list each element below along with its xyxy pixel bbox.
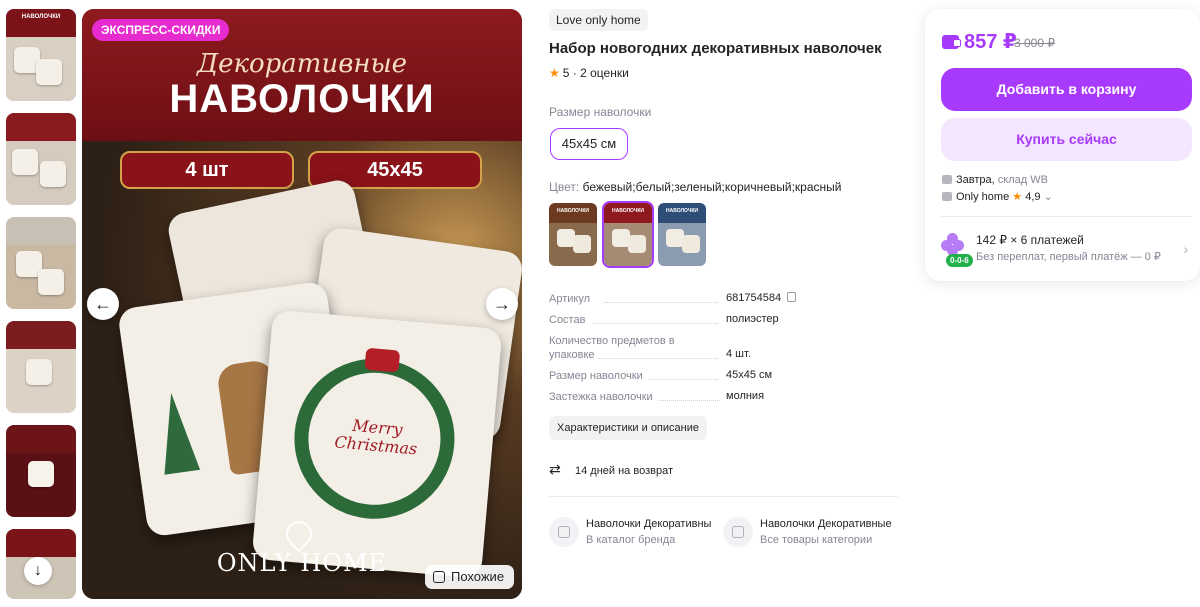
thumbnail-caption: НАВОЛОЧКИ xyxy=(21,14,61,20)
return-info[interactable]: ⇄ 14 дней на возврат xyxy=(549,461,673,478)
spec-value: 4 шт. xyxy=(726,348,751,360)
link-subtitle: Все товары категории xyxy=(760,534,873,546)
characteristics-button[interactable]: Характеристики и описание xyxy=(549,416,707,440)
wallet-icon xyxy=(942,35,961,49)
arrow-right-icon: → xyxy=(493,294,511,314)
divider xyxy=(549,496,898,497)
rating-count: · 2 оценки xyxy=(572,66,629,80)
color-swatch[interactable]: НАВОЛОЧКИ xyxy=(549,203,597,266)
delivery-info: Завтра, склад WB xyxy=(942,174,1048,186)
add-to-cart-button[interactable]: Добавить в корзину xyxy=(941,68,1192,111)
thumbnail[interactable]: НАВОЛОЧКИ xyxy=(6,9,76,101)
thumbnail[interactable] xyxy=(6,113,76,205)
thumbnail[interactable] xyxy=(6,217,76,309)
delivery-warehouse: склад WB xyxy=(997,174,1048,186)
thumbnail[interactable] xyxy=(6,321,76,413)
link-title: Наволочки Декоративные xyxy=(586,518,712,530)
similar-button[interactable]: Похожие xyxy=(425,565,515,589)
swatch-caption: НАВОЛОЧКИ xyxy=(611,208,645,214)
arrow-down-icon: ↓ xyxy=(34,562,42,579)
size-label: Размер наволочки xyxy=(549,105,652,119)
rating[interactable]: ★ 5 · 2 оценки xyxy=(549,66,629,80)
seller-name: Only home xyxy=(956,191,1010,203)
spec-key: Артикул xyxy=(549,293,591,305)
size-option-selected[interactable]: 45x45 см xyxy=(550,128,628,160)
prev-photo-button[interactable]: ← xyxy=(87,288,119,320)
copy-icon[interactable] xyxy=(787,292,797,302)
delivery-day: Завтра, xyxy=(956,174,995,186)
store-icon xyxy=(942,192,952,201)
category-link[interactable]: Наволочки Декоративные Все товары катего… xyxy=(723,516,898,548)
tag-icon xyxy=(549,517,579,547)
star-icon: ★ xyxy=(549,66,560,80)
buy-now-button[interactable]: Купить сейчас xyxy=(941,118,1192,161)
thumbnails-scroll-down-button[interactable]: ↓ xyxy=(24,557,52,585)
return-arrows-icon: ⇄ xyxy=(549,461,561,477)
arrow-left-icon: ← xyxy=(94,294,112,314)
spec-value: полиэстер xyxy=(726,313,779,325)
photo-title-text: НАВОЛОЧКИ xyxy=(169,77,435,121)
link-subtitle: В каталог бренда xyxy=(586,534,676,546)
installment-subtitle: Без переплат, первый платёж — 0 ₽ xyxy=(976,251,1161,263)
thumbnail[interactable] xyxy=(6,425,76,517)
layers-icon xyxy=(723,517,753,547)
color-value: бежевый;белый;зеленый;коричневый;красный xyxy=(582,180,842,194)
product-title: Набор новогодних декоративных наволочек xyxy=(549,40,882,57)
color-label: Цвет: xyxy=(549,180,580,194)
next-photo-button[interactable]: → xyxy=(486,288,518,320)
seller-rating: 4,9 xyxy=(1025,191,1041,203)
similar-icon xyxy=(433,571,445,583)
spec-key: Застежка наволочки xyxy=(549,391,653,403)
truck-icon xyxy=(942,175,952,184)
spec-key: Состав xyxy=(549,314,586,326)
main-product-photo[interactable]: Декоративные НАВОЛОЧКИ 4 шт 45x45 Merry … xyxy=(82,9,522,599)
link-title: Наволочки Декоративные xyxy=(760,518,892,530)
spec-value: молния xyxy=(726,390,765,402)
express-discount-badge: ЭКСПРЕСС-СКИДКИ xyxy=(92,19,230,41)
seller-info[interactable]: Only home ★ 4,9 ⌄ xyxy=(942,190,1053,203)
color-swatch[interactable]: НАВОЛОЧКИ xyxy=(658,203,706,266)
installment-title: 142 ₽ × 6 платежей xyxy=(976,233,1084,247)
rating-value: 5 xyxy=(562,66,570,80)
similar-label: Похожие xyxy=(451,569,505,584)
current-price: 857 ₽ xyxy=(964,31,1017,53)
spec-row-quantity: Количество предметов в упаковке 4 шт. xyxy=(549,334,898,364)
bow-icon xyxy=(364,347,401,373)
old-price: 3 000 ₽ xyxy=(1014,36,1055,50)
installment-offer[interactable]: 0-0-6 142 ₽ × 6 платежей Без переплат, п… xyxy=(941,231,1192,271)
installment-flower-icon xyxy=(941,233,965,256)
buy-card: 857 ₽ 3 000 ₽ Добавить в корзину Купить … xyxy=(925,9,1200,281)
color-swatch-selected[interactable]: НАВОЛОЧКИ xyxy=(602,201,654,268)
divider xyxy=(941,216,1192,217)
swatch-caption: НАВОЛОЧКИ xyxy=(665,208,699,214)
return-text: 14 дней на возврат xyxy=(575,465,673,477)
color-label-row: Цвет: бежевый;белый;зеленый;коричневый;к… xyxy=(549,180,841,194)
installment-badge: 0-0-6 xyxy=(946,254,973,267)
photo-count-badge: 4 шт xyxy=(120,151,294,189)
chevron-right-icon: › xyxy=(1183,241,1188,257)
brand-catalog-link[interactable]: Наволочки Декоративные В каталог бренда xyxy=(549,516,719,548)
brand-link[interactable]: Love only home xyxy=(549,9,648,31)
star-icon: ★ xyxy=(1012,191,1023,203)
swatch-caption: НАВОЛОЧКИ xyxy=(556,208,590,214)
chevron-down-icon: ⌄ xyxy=(1043,191,1053,203)
spec-value: 45x45 см xyxy=(726,369,773,381)
photo-script-text: Декоративные xyxy=(196,49,408,79)
spec-key: Размер наволочки xyxy=(549,370,643,382)
spec-value: 681754584 xyxy=(726,292,797,304)
